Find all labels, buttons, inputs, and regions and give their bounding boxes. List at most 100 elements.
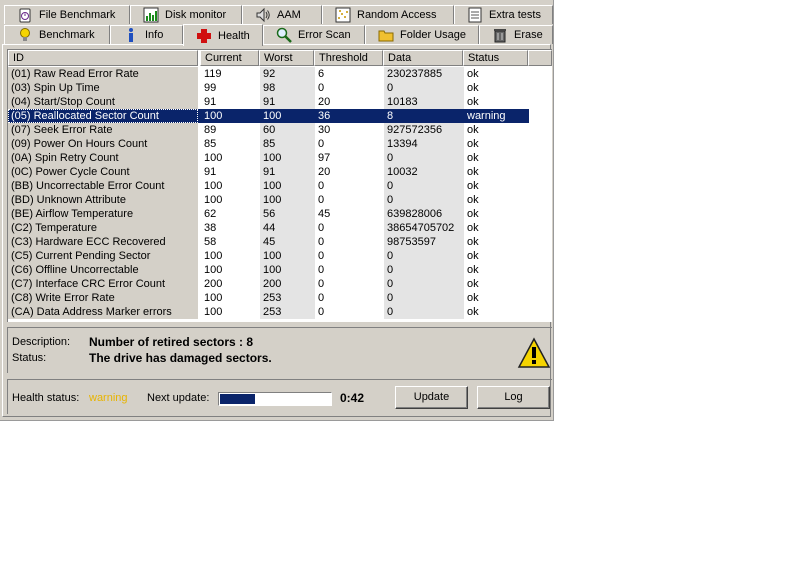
column-header-data[interactable]: Data	[383, 50, 463, 66]
cell-data: 8	[384, 109, 464, 123]
cell-current: 89	[204, 124, 217, 136]
lightbulb-icon	[17, 27, 33, 43]
table-row[interactable]: (BB) Uncorrectable Error Count 100 100 0 0 ok	[8, 179, 552, 193]
cell-threshold: 20	[318, 166, 331, 178]
speaker-icon	[255, 7, 271, 23]
cell-id: (C3) Hardware ECC Recovered	[8, 235, 198, 249]
cell-worst: 200	[260, 277, 315, 291]
tab-extra-tests[interactable]: Extra tests	[454, 5, 553, 24]
cell-id: (04) Start/Stop Count	[8, 95, 198, 109]
cell-data: 0	[384, 305, 464, 319]
cell-status: ok	[467, 138, 479, 150]
cell-id: (BB) Uncorrectable Error Count	[8, 179, 198, 193]
cell-worst: 56	[260, 207, 315, 221]
tab-label: Extra tests	[489, 9, 541, 21]
tab-benchmark[interactable]: Benchmark	[4, 25, 110, 44]
trash-icon	[492, 27, 508, 43]
cell-status: ok	[467, 208, 479, 220]
tab-erase[interactable]: Erase	[479, 25, 553, 44]
cell-worst: 45	[260, 235, 315, 249]
tab-info[interactable]: Info	[110, 25, 183, 44]
cell-worst: 44	[260, 221, 315, 235]
table-row[interactable]: (04) Start/Stop Count 91 91 20 10183 ok	[8, 95, 552, 109]
table-row-selected[interactable]: (05) Reallocated Sector Count 100 100 36 8 wa…	[8, 109, 552, 123]
tab-label: Health	[218, 29, 250, 42]
table-row[interactable]: (09) Power On Hours Count 85 85 0 13394 ok	[8, 137, 552, 151]
column-header-current[interactable]: Current	[200, 50, 259, 66]
table-header: ID Current Worst Threshold Data Status	[8, 50, 552, 66]
table-row[interactable]: (01) Raw Read Error Rate 119 92 6 230237885 o…	[8, 67, 552, 81]
cell-data: 230237885	[384, 67, 464, 81]
tab-label: Benchmark	[39, 29, 95, 41]
cell-status: ok	[467, 166, 479, 178]
tab-label: Disk monitor	[165, 9, 227, 21]
cell-current: 62	[204, 208, 217, 220]
table-row[interactable]: (BE) Airflow Temperature 62 56 45 639828006 o…	[8, 207, 552, 221]
table-row[interactable]: (07) Seek Error Rate 89 60 30 927572356 ok	[8, 123, 552, 137]
tab-health[interactable]: Health	[183, 24, 263, 46]
table-row[interactable]: (0A) Spin Retry Count 100 100 97 0 ok	[8, 151, 552, 165]
column-header-id[interactable]: ID	[8, 50, 198, 66]
cell-data: 0	[384, 151, 464, 165]
cell-worst: 91	[260, 165, 315, 179]
cell-threshold: 0	[318, 278, 325, 290]
table-row[interactable]: (C7) Interface CRC Error Count 200 200 0 0 ok	[8, 277, 552, 291]
warning-triangle-icon	[517, 337, 551, 372]
cell-status: ok	[467, 236, 479, 248]
tab-label: Erase	[514, 29, 543, 41]
description-value: Number of retired sectors : 8	[89, 335, 254, 349]
cell-worst: 92	[260, 67, 315, 81]
cell-worst: 100	[260, 263, 315, 277]
cell-data: 0	[384, 193, 464, 207]
log-button[interactable]: Log	[477, 386, 550, 409]
cell-current: 200	[204, 278, 223, 290]
column-header-threshold[interactable]: Threshold	[314, 50, 383, 66]
table-row[interactable]: (C6) Offline Uncorrectable 100 100 0 0 ok	[8, 263, 552, 277]
cell-id: (BD) Unknown Attribute	[8, 193, 198, 207]
cell-data: 0	[384, 179, 464, 193]
cell-id: (0C) Power Cycle Count	[8, 165, 198, 179]
tab-disk-monitor[interactable]: Disk monitor	[130, 5, 242, 24]
table-row[interactable]: (C3) Hardware ECC Recovered 58 45 0 98753597…	[8, 235, 552, 249]
cell-current: 91	[204, 166, 217, 178]
next-update-label: Next update:	[147, 392, 210, 404]
tab-aam[interactable]: AAM	[242, 5, 322, 24]
table-row[interactable]: (C2) Temperature 38 44 0 38654705702 ok	[8, 221, 552, 235]
cell-data: 0	[384, 81, 464, 95]
tab-error-scan[interactable]: Error Scan	[263, 25, 365, 44]
table-row[interactable]: (CA) Data Address Marker errors 100 253 0 0 o…	[8, 305, 552, 319]
cell-threshold: 6	[318, 68, 325, 80]
tab-folder-usage[interactable]: Folder Usage	[365, 25, 479, 44]
table-row[interactable]: (C8) Write Error Rate 100 253 0 0 ok	[8, 291, 552, 305]
cell-threshold: 0	[318, 306, 325, 318]
update-button[interactable]: Update	[395, 386, 468, 409]
cell-threshold: 97	[318, 152, 331, 164]
table-row[interactable]: (C5) Current Pending Sector 100 100 0 0 ok	[8, 249, 552, 263]
cell-threshold: 0	[318, 138, 325, 150]
status-value: The drive has damaged sectors.	[89, 351, 272, 365]
table-row[interactable]: (BD) Unknown Attribute 100 100 0 0 ok	[8, 193, 552, 207]
cell-threshold: 20	[318, 96, 331, 108]
column-header-worst[interactable]: Worst	[259, 50, 314, 66]
cell-threshold: 0	[318, 292, 325, 304]
cell-data: 38654705702	[384, 221, 464, 235]
cell-id: (CA) Data Address Marker errors	[8, 305, 198, 319]
tab-file-benchmark[interactable]: File Benchmark	[4, 5, 130, 24]
smart-attributes-table[interactable]: ID Current Worst Threshold Data Status (…	[7, 49, 552, 322]
table-row[interactable]: (03) Spin Up Time 99 98 0 0 ok	[8, 81, 552, 95]
cell-threshold: 0	[318, 250, 325, 262]
document-icon	[467, 7, 483, 23]
magnifier-icon	[276, 27, 292, 43]
cell-status: ok	[467, 68, 479, 80]
folder-icon	[378, 27, 394, 43]
tab-random-access[interactable]: Random Access	[322, 5, 454, 24]
cell-threshold: 0	[318, 180, 325, 192]
update-timer: 0:42	[340, 391, 365, 405]
cell-current: 119	[204, 68, 222, 80]
red-cross-icon	[196, 28, 212, 44]
table-row[interactable]: (0C) Power Cycle Count 91 91 20 10032 ok	[8, 165, 552, 179]
cell-worst: 100	[260, 193, 315, 207]
column-header-status[interactable]: Status	[463, 50, 528, 66]
cell-status: ok	[467, 96, 479, 108]
info-icon	[123, 27, 139, 43]
